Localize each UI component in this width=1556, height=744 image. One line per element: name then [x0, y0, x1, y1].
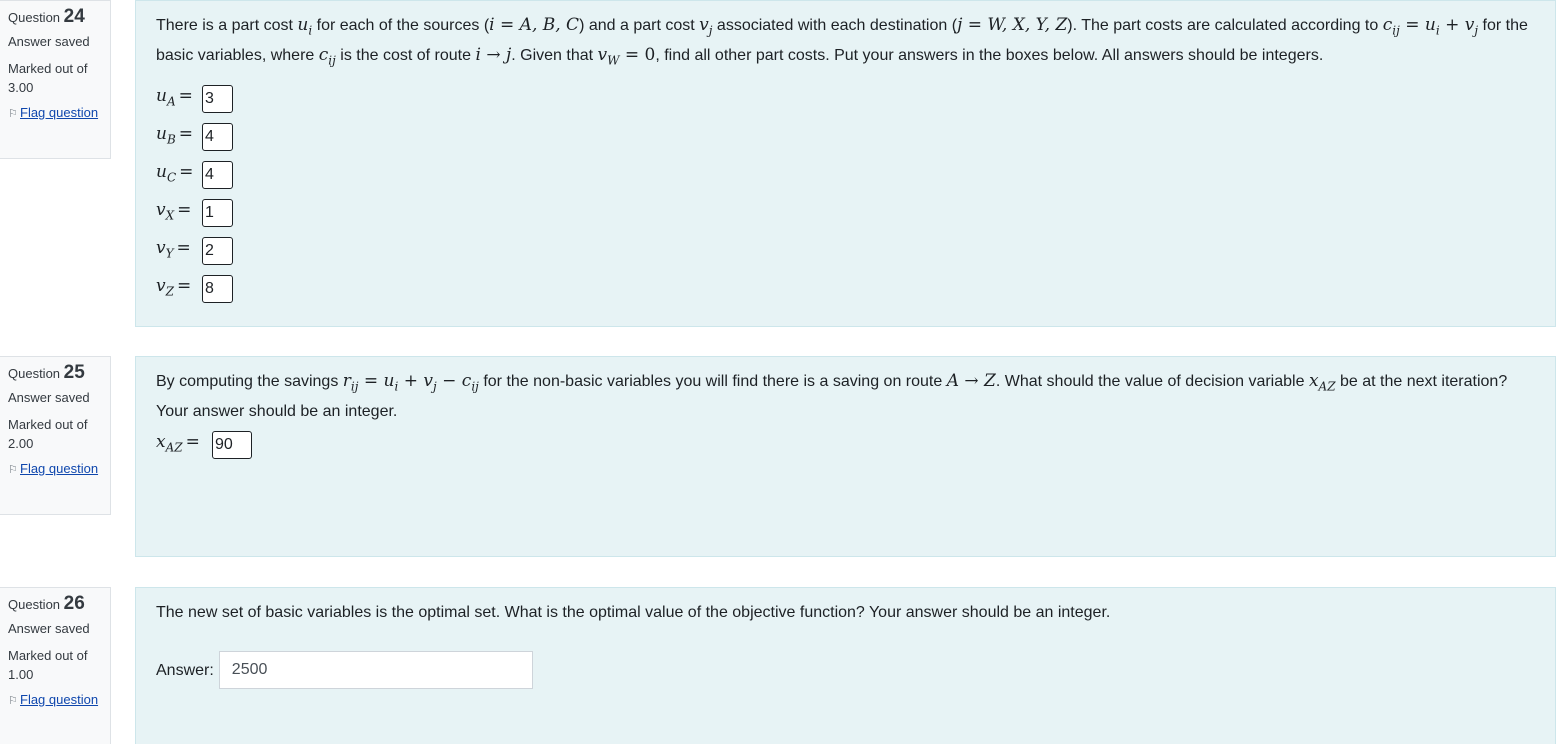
text-fragment: ). The part costs are calculated accordi…: [1067, 17, 1383, 34]
text-fragment: There is a part cost: [156, 17, 298, 34]
flag-icon: ⚐: [8, 695, 18, 707]
math-vw-zero: vW = 0: [597, 45, 656, 68]
question-number-line: Question 24: [8, 7, 102, 27]
question-label: Question: [8, 597, 61, 612]
question-text: By computing the savings rij = ui + vj −…: [156, 369, 1535, 424]
answer-input-xAZ[interactable]: 90: [212, 431, 252, 460]
question-number-line: Question 25: [8, 363, 102, 383]
question-number: 26: [63, 593, 85, 614]
question-state: Answer saved: [8, 390, 90, 405]
text-fragment: By computing the savings: [156, 373, 343, 390]
answer-line: Answer: 2500: [156, 651, 1535, 689]
answer-label-uC: uC =: [156, 161, 194, 184]
answer-input-uB[interactable]: 4: [202, 122, 233, 151]
question-content-25: By computing the savings rij = ui + vj −…: [135, 356, 1556, 557]
flag-question-text[interactable]: Flag question: [20, 105, 98, 120]
flag-question-text[interactable]: Flag question: [20, 461, 98, 476]
answer-label: Answer:: [156, 661, 214, 679]
text-fragment: . What should the value of decision vari…: [995, 373, 1309, 390]
flag-question-text[interactable]: Flag question: [20, 692, 98, 707]
question-content-26: The new set of basic variables is the op…: [135, 587, 1556, 744]
answer-input-uC[interactable]: 4: [202, 160, 233, 189]
math-cost-formula: cij = ui + vj: [1382, 15, 1479, 38]
question-text: There is a part cost ui for each of the …: [156, 13, 1535, 74]
question-grade: Marked out of 2.00: [8, 417, 88, 451]
flag-icon: ⚐: [8, 108, 18, 120]
math-savings-formula: rij = ui + vj − cij: [342, 371, 479, 394]
question-number: 24: [63, 6, 85, 27]
math-x-az: xAZ: [1308, 371, 1336, 394]
flag-question-link[interactable]: ⚐ Flag question: [8, 103, 102, 124]
answer-label-vX: vX =: [156, 199, 192, 222]
answer-row-vY: vY = 2: [156, 232, 1535, 270]
answer-input[interactable]: 2500: [218, 651, 533, 689]
question-number-line: Question 26: [8, 594, 102, 614]
question-label: Question: [8, 366, 61, 381]
question-label: Question: [8, 10, 61, 25]
answer-row-uB: uB = 4: [156, 118, 1535, 156]
answer-row-uA: uA = 3: [156, 80, 1535, 118]
answer-label-vY: vY =: [156, 237, 191, 260]
math-u-i: ui: [297, 15, 313, 38]
answer-input-vY[interactable]: 2: [202, 236, 233, 265]
math-route-az: A → Z: [946, 371, 996, 391]
text-fragment: ) and a part cost: [579, 17, 700, 34]
text-fragment: . Given that: [511, 47, 598, 65]
question-text: The new set of basic variables is the op…: [156, 604, 1111, 621]
flag-icon: ⚐: [8, 464, 18, 476]
math-i-set: i = A, B, C: [489, 15, 580, 35]
text-fragment: associated with each destination (: [712, 17, 958, 34]
question-info-26: Question 26 Answer saved Marked out of 1…: [0, 587, 111, 744]
text-fragment: , find all other part costs. Put your an…: [655, 47, 1324, 65]
flag-question-link[interactable]: ⚐ Flag question: [8, 690, 102, 711]
math-j-set: j = W, X, Y, Z: [957, 15, 1068, 35]
question-content-24: There is a part cost ui for each of the …: [135, 0, 1556, 327]
question-grade: Marked out of 1.00: [8, 648, 88, 682]
answer-row-xAZ: xAZ = 90: [156, 426, 1535, 464]
question-info-24: Question 24 Answer saved Marked out of 3…: [0, 0, 111, 159]
answer-label-xAZ: xAZ =: [156, 432, 200, 455]
answer-label-uA: uA =: [156, 85, 193, 108]
answer-input-vX[interactable]: 1: [202, 198, 233, 227]
math-v-j: vj: [699, 15, 713, 38]
question-state: Answer saved: [8, 34, 90, 49]
answer-row-vZ: vZ = 8: [156, 270, 1535, 308]
answer-input-vZ[interactable]: 8: [202, 274, 233, 303]
flag-question-link[interactable]: ⚐ Flag question: [8, 459, 102, 480]
question-grade: Marked out of 3.00: [8, 61, 88, 95]
answer-row-uC: uC = 4: [156, 156, 1535, 194]
answer-label-vZ: vZ =: [156, 275, 192, 298]
text-fragment: for the non-basic variables you will fin…: [478, 373, 947, 390]
text-fragment: for each of the sources (: [312, 17, 490, 34]
math-c-ij: cij: [318, 45, 336, 68]
question-info-25: Question 25 Answer saved Marked out of 2…: [0, 356, 111, 515]
question-state: Answer saved: [8, 621, 90, 636]
answer-row-vX: vX = 1: [156, 194, 1535, 232]
math-route: i → j: [475, 45, 512, 66]
text-fragment: is the cost of route: [335, 47, 476, 65]
question-number: 25: [63, 362, 85, 383]
answer-label-uB: uB =: [156, 123, 194, 146]
answer-input-uA[interactable]: 3: [202, 84, 233, 113]
